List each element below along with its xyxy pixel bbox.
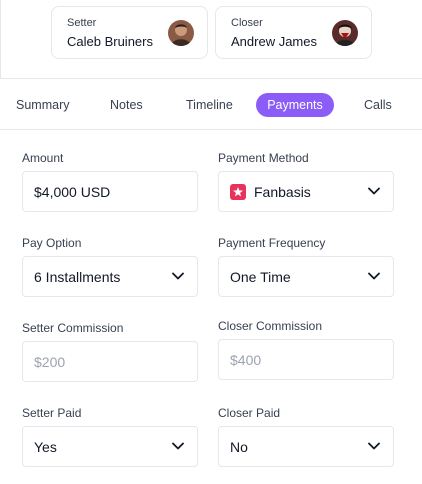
setter-paid-select[interactable]: Yes — [22, 426, 198, 467]
closer-avatar — [332, 20, 358, 46]
setter-paid-value: Yes — [34, 439, 57, 455]
chevron-down-icon — [172, 272, 184, 280]
tab-calls[interactable]: Calls — [354, 93, 402, 117]
deal-tabs: Summary Notes Timeline Payments Calls — [0, 80, 422, 130]
closer-paid-label: Closer Paid — [218, 406, 281, 420]
closer-paid-value: No — [230, 439, 248, 455]
amount-input[interactable]: $4,000 USD — [22, 171, 198, 212]
closer-name: Andrew James — [231, 34, 317, 49]
chevron-down-icon — [368, 187, 380, 195]
payment-method-label: Payment Method — [218, 151, 309, 165]
closer-card[interactable]: Closer Andrew James — [215, 6, 372, 59]
amount-label: Amount — [22, 151, 64, 165]
setter-paid-label: Setter Paid — [22, 406, 82, 420]
closer-commission-value: $400 — [230, 352, 262, 368]
deal-people-header: Setter Caleb Bruiners Closer Andrew Jame… — [0, 0, 422, 79]
setter-name: Caleb Bruiners — [67, 34, 153, 49]
setter-commission-value: $200 — [34, 354, 66, 370]
tab-timeline[interactable]: Timeline — [176, 93, 243, 117]
payment-frequency-select[interactable]: One Time — [218, 256, 394, 297]
closer-role-label: Closer — [231, 17, 263, 29]
setter-card[interactable]: Setter Caleb Bruiners — [51, 6, 208, 59]
payment-frequency-label: Payment Frequency — [218, 236, 326, 250]
pay-option-value: 6 Installments — [34, 269, 121, 285]
payment-frequency-value: One Time — [230, 269, 291, 285]
tab-summary[interactable]: Summary — [6, 93, 79, 117]
chevron-down-icon — [368, 442, 380, 450]
setter-commission-input[interactable]: $200 — [22, 341, 198, 382]
closer-commission-label: Closer Commission — [218, 319, 323, 333]
tab-payments[interactable]: Payments — [256, 93, 334, 117]
setter-commission-label: Setter Commission — [22, 321, 124, 335]
closer-commission-input[interactable]: $400 — [218, 339, 394, 380]
amount-value: $4,000 USD — [34, 184, 111, 200]
setter-role-label: Setter — [67, 17, 97, 29]
closer-paid-select[interactable]: No — [218, 426, 394, 467]
setter-avatar — [168, 20, 194, 46]
chevron-down-icon — [172, 442, 184, 450]
pay-option-label: Pay Option — [22, 236, 82, 250]
tab-notes[interactable]: Notes — [100, 93, 153, 117]
chevron-down-icon — [368, 272, 380, 280]
payment-method-value: Fanbasis — [254, 184, 311, 200]
fanbasis-logo-icon — [230, 184, 246, 200]
payment-method-select[interactable]: Fanbasis — [218, 171, 394, 212]
pay-option-select[interactable]: 6 Installments — [22, 256, 198, 297]
